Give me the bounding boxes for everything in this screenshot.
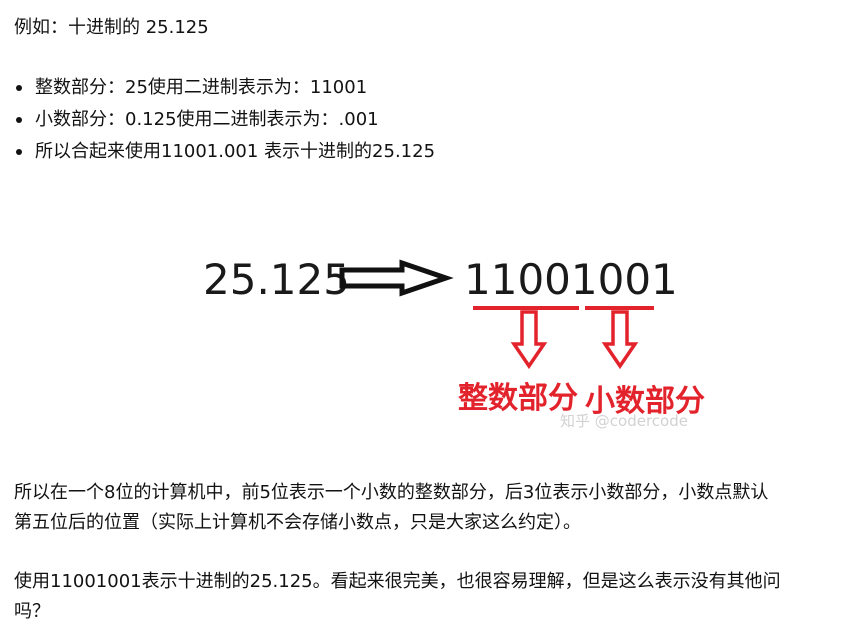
- intro-text: 例如：十进制的 25.125: [14, 17, 209, 38]
- binary-number: 11001001: [464, 255, 678, 304]
- bullet-fraction-part: 小数部分：0.125使用二进制表示为：.001: [14, 104, 435, 136]
- binary-figure-svg: 25.125 11001001 整数部分 小数部分 知乎 @codercode: [203, 255, 705, 430]
- paragraph-2-line-1: 使用11001001表示十进制的25.125。看起来很完美，也很容易理解，但是这…: [14, 571, 781, 592]
- bullet-integer-part: 整数部分：25使用二进制表示为：11001: [14, 72, 435, 104]
- integer-down-arrow-icon: [510, 310, 548, 370]
- paragraph-1-line-2: 第五位后的位置（实际上计算机不会存储小数点，只是大家这么约定）。: [14, 512, 581, 533]
- decimal-number: 25.125: [203, 255, 350, 304]
- bullet-list: 整数部分：25使用二进制表示为：11001 小数部分：0.125使用二进制表示为…: [14, 72, 435, 168]
- binary-figure: 25.125 11001001 整数部分 小数部分 知乎 @codercode: [0, 240, 845, 440]
- integer-part-label: 整数部分: [458, 381, 578, 416]
- bullet-combined: 所以合起来使用11001.001 表示十进制的25.125: [14, 136, 435, 168]
- right-arrow-icon: [339, 259, 454, 297]
- watermark: 知乎 @codercode: [560, 412, 688, 430]
- paragraph-1-line-1: 所以在一个8位的计算机中，前5位表示一个小数的整数部分，后3位表示小数部分，小数…: [14, 482, 769, 503]
- paragraph-2-line-2: 吗？: [14, 601, 50, 622]
- fraction-down-arrow-icon: [601, 310, 639, 370]
